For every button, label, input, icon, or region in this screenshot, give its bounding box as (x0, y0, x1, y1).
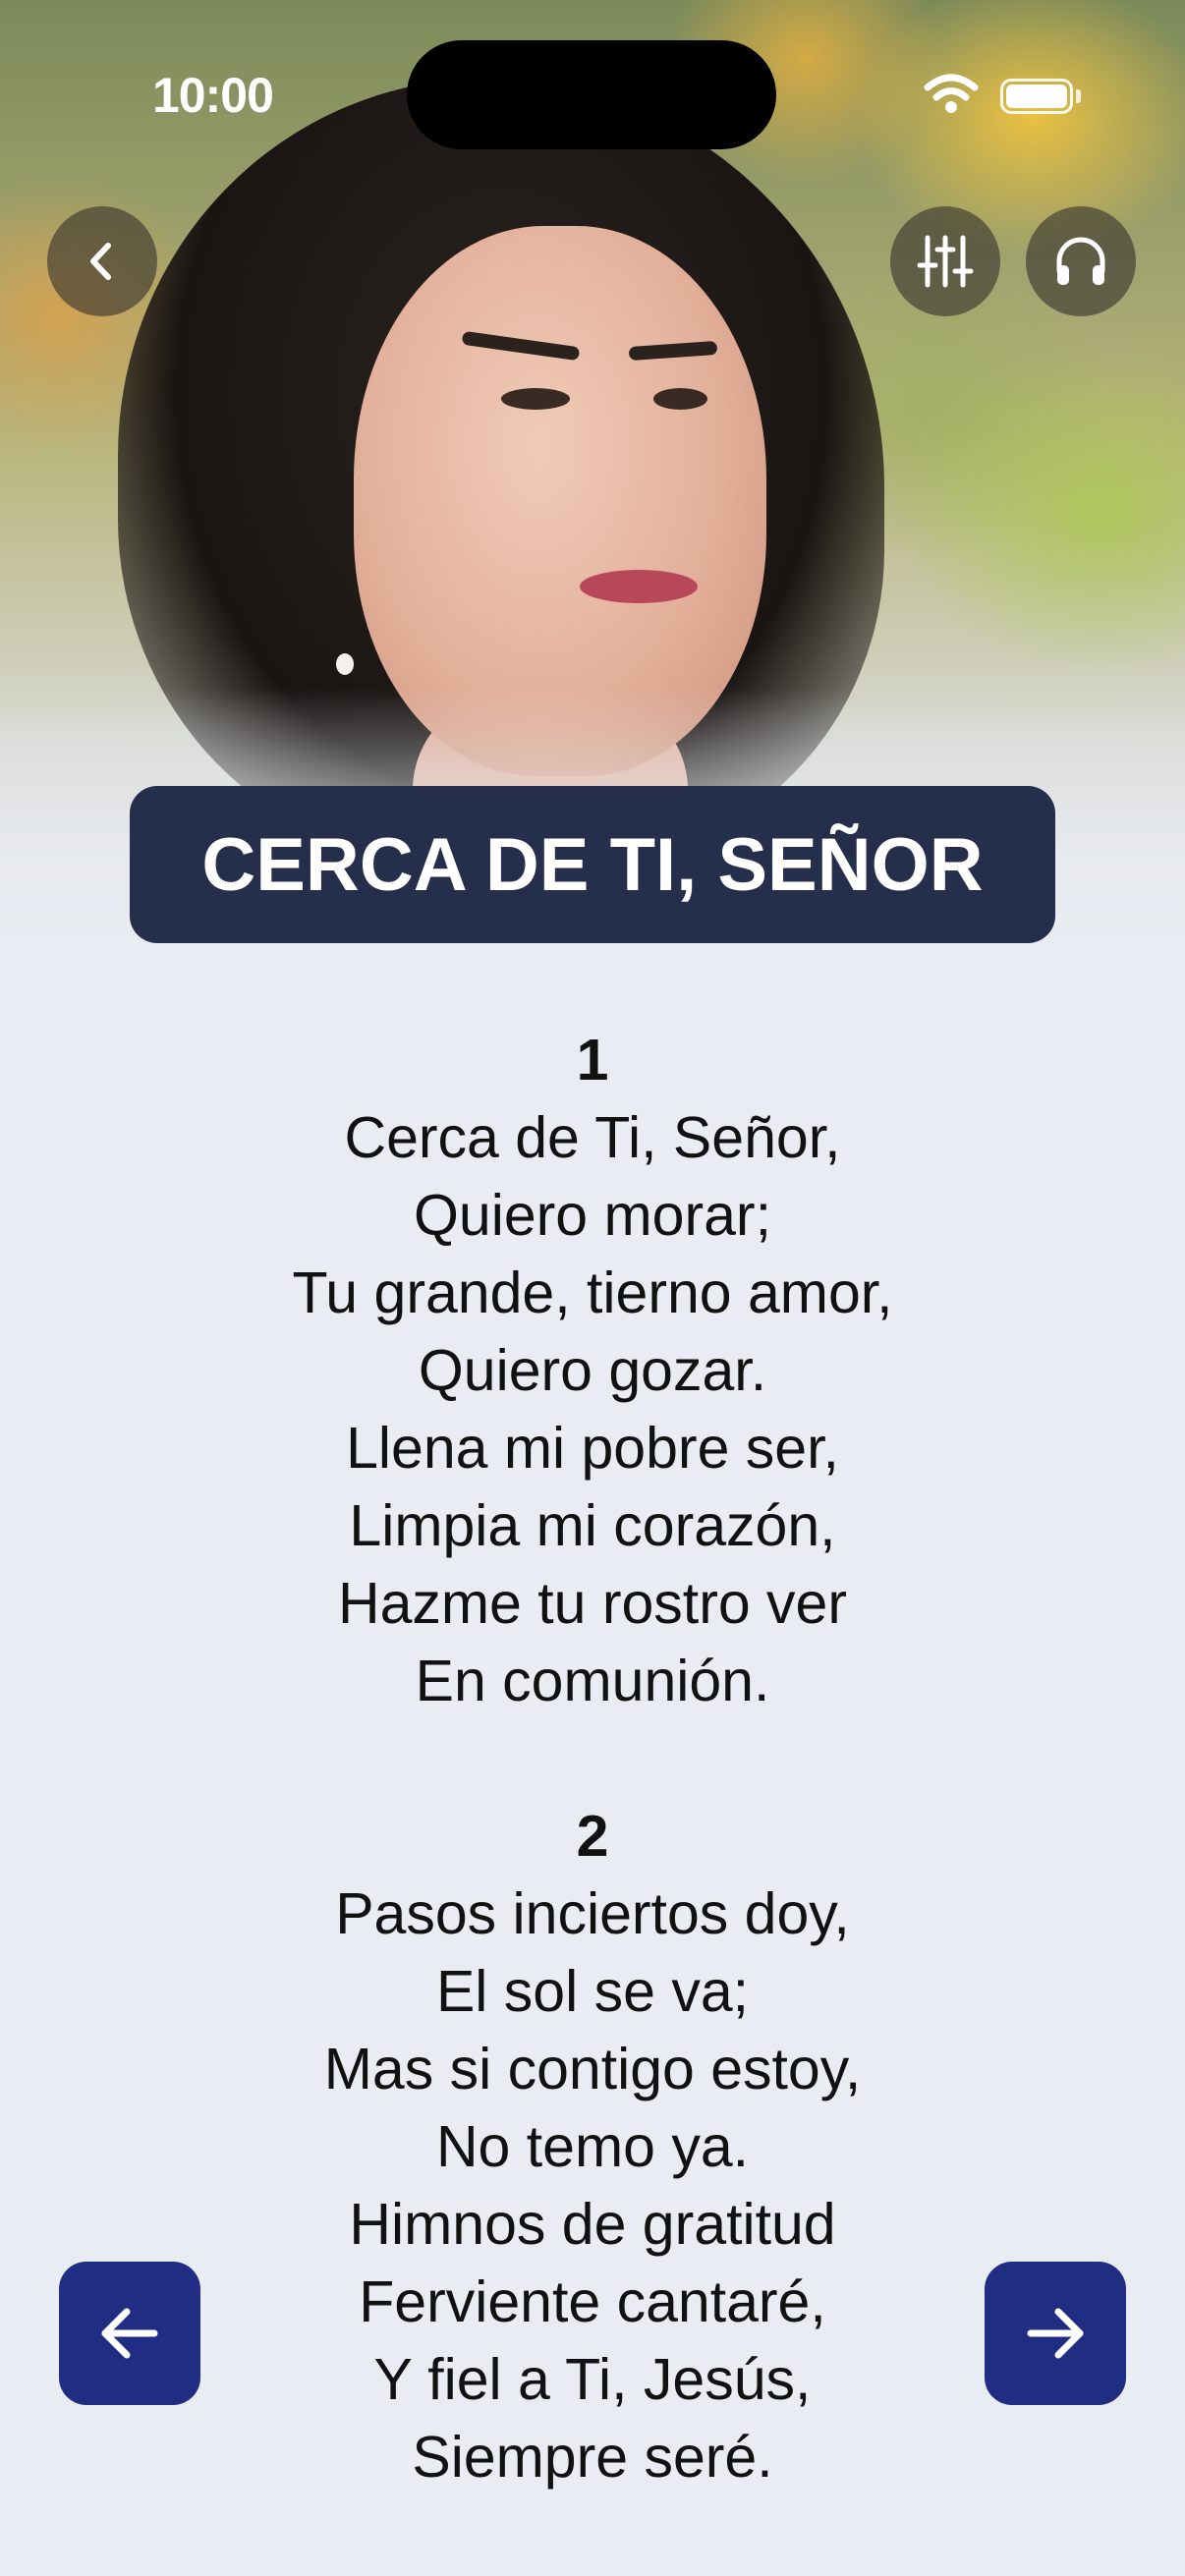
portrait-earring (336, 653, 354, 675)
portrait-lips (580, 570, 698, 603)
lyric-line: Limpia mi corazón, (349, 1493, 836, 1558)
arrow-left-icon (101, 2308, 158, 2359)
verse-number: 2 (576, 1804, 609, 1869)
verse-1: 1 Cerca de Ti, Señor, Quiero morar; Tu g… (0, 1022, 1185, 1720)
lyric-line: Quiero gozar. (418, 1338, 767, 1403)
lyric-line: Llena mi pobre ser, (346, 1416, 839, 1481)
lyric-line: Himnos de gratitud (349, 2192, 836, 2257)
wifi-icon (924, 74, 979, 113)
lyric-line: Cerca de Ti, Señor, (344, 1105, 841, 1170)
chevron-left-icon (90, 243, 111, 280)
previous-song-button[interactable] (59, 2262, 200, 2405)
lyric-line: No temo ya. (435, 2114, 750, 2179)
battery-cap (1076, 89, 1081, 103)
lyric-line: Quiero morar; (414, 1183, 771, 1248)
lyric-line: Hazme tu rostro ver (337, 1571, 848, 1636)
dynamic-island (407, 40, 776, 149)
verse-number: 1 (576, 1028, 609, 1092)
lyric-line: Mas si contigo estoy, (323, 2037, 862, 2101)
battery-icon (1000, 79, 1073, 114)
lyric-line: En comunión. (415, 1649, 770, 1713)
audio-button[interactable] (1026, 206, 1136, 316)
arrow-right-icon (1027, 2308, 1084, 2359)
song-title: CERCA DE TI, SEÑOR (130, 786, 1055, 943)
lyric-line: Siempre seré. (412, 2425, 773, 2490)
portrait-eye-right (653, 388, 707, 410)
equalizer-button[interactable] (890, 206, 1000, 316)
headphones-icon (1056, 237, 1105, 285)
lyric-line: Pasos inciertos doy, (335, 1881, 850, 1946)
status-time: 10:00 (152, 68, 274, 123)
lyric-line: Tu grande, tierno amor, (292, 1260, 893, 1325)
portrait-eye-left (501, 388, 570, 410)
lyric-line: El sol se va; (435, 1959, 750, 2024)
back-button[interactable] (47, 206, 157, 316)
sliders-icon (917, 235, 974, 288)
next-song-button[interactable] (985, 2262, 1126, 2405)
